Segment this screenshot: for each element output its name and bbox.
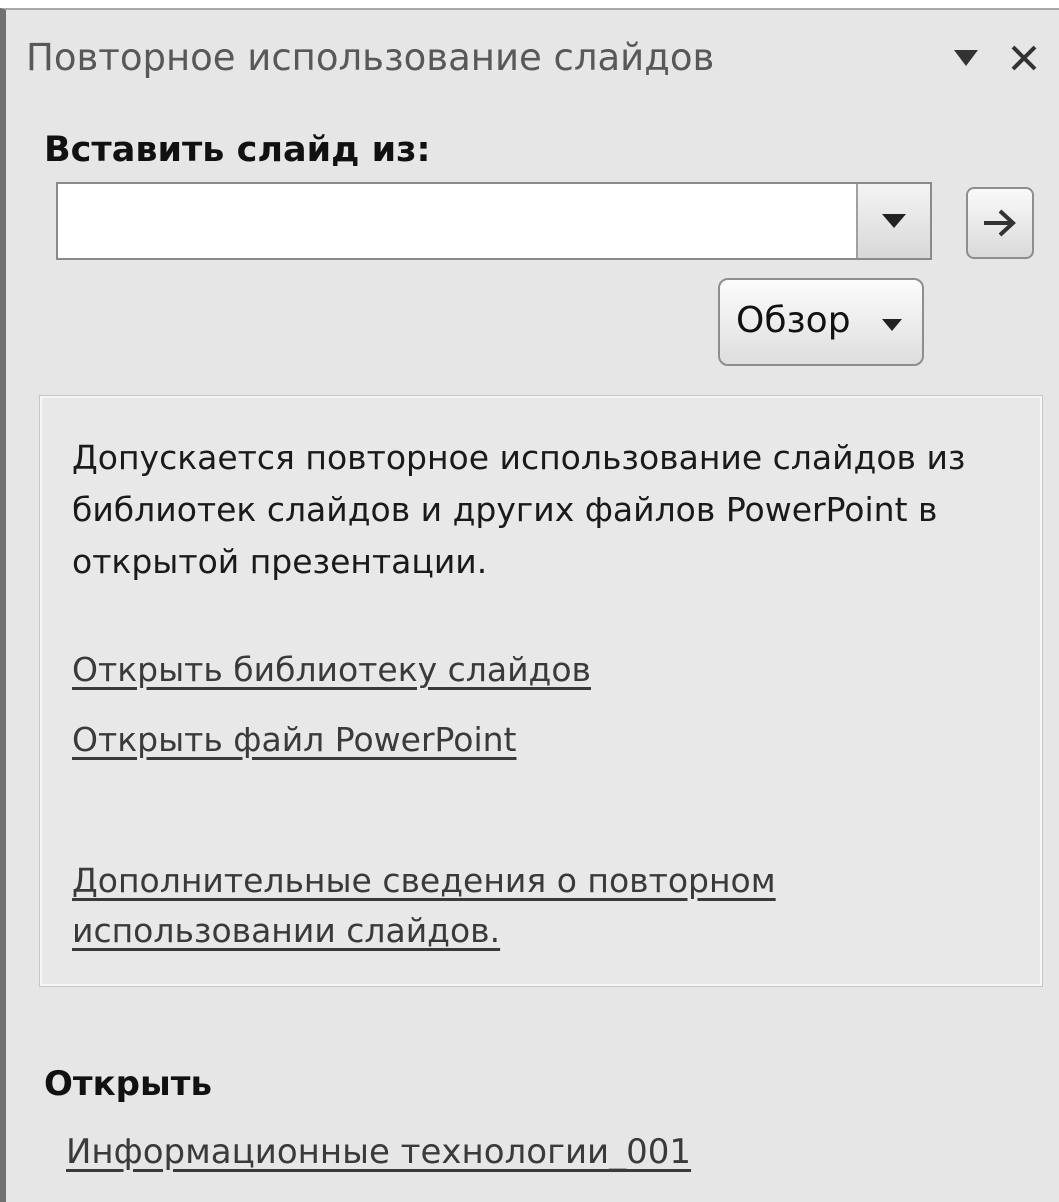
pane-title-bar: Повторное использование слайдов [6, 10, 1059, 110]
close-icon [1011, 45, 1037, 71]
source-combobox[interactable] [56, 182, 932, 260]
pane-close-button[interactable] [1004, 38, 1044, 78]
open-slide-library-link[interactable]: Открыть библиотеку слайдов [72, 650, 591, 689]
chevron-down-icon [882, 214, 906, 228]
insert-slide-from-label: Вставить слайд из: [44, 130, 431, 170]
arrow-right-icon [984, 209, 1016, 237]
chevron-down-icon [882, 319, 902, 331]
recent-file-link[interactable]: Информационные технологии_001 [66, 1132, 691, 1172]
browse-button[interactable]: Обзор [718, 278, 924, 366]
browse-button-label: Обзор [736, 300, 851, 341]
pane-title: Повторное использование слайдов [26, 36, 715, 79]
more-info-link[interactable]: Дополнительные сведения о повторном испо… [72, 856, 932, 956]
info-box: Допускается повторное использование слай… [40, 396, 1042, 986]
source-dropdown-button[interactable] [856, 184, 930, 258]
info-description: Допускается повторное использование слай… [72, 438, 966, 581]
go-button[interactable] [966, 187, 1034, 259]
source-path-input[interactable] [58, 184, 848, 258]
open-section-heading: Открыть [44, 1064, 212, 1104]
triangle-down-icon [954, 50, 978, 66]
reuse-slides-pane: Повторное использование слайдов Вставить… [0, 8, 1059, 1202]
open-powerpoint-file-link[interactable]: Открыть файл PowerPoint [72, 720, 516, 759]
pane-options-button[interactable] [946, 38, 986, 78]
